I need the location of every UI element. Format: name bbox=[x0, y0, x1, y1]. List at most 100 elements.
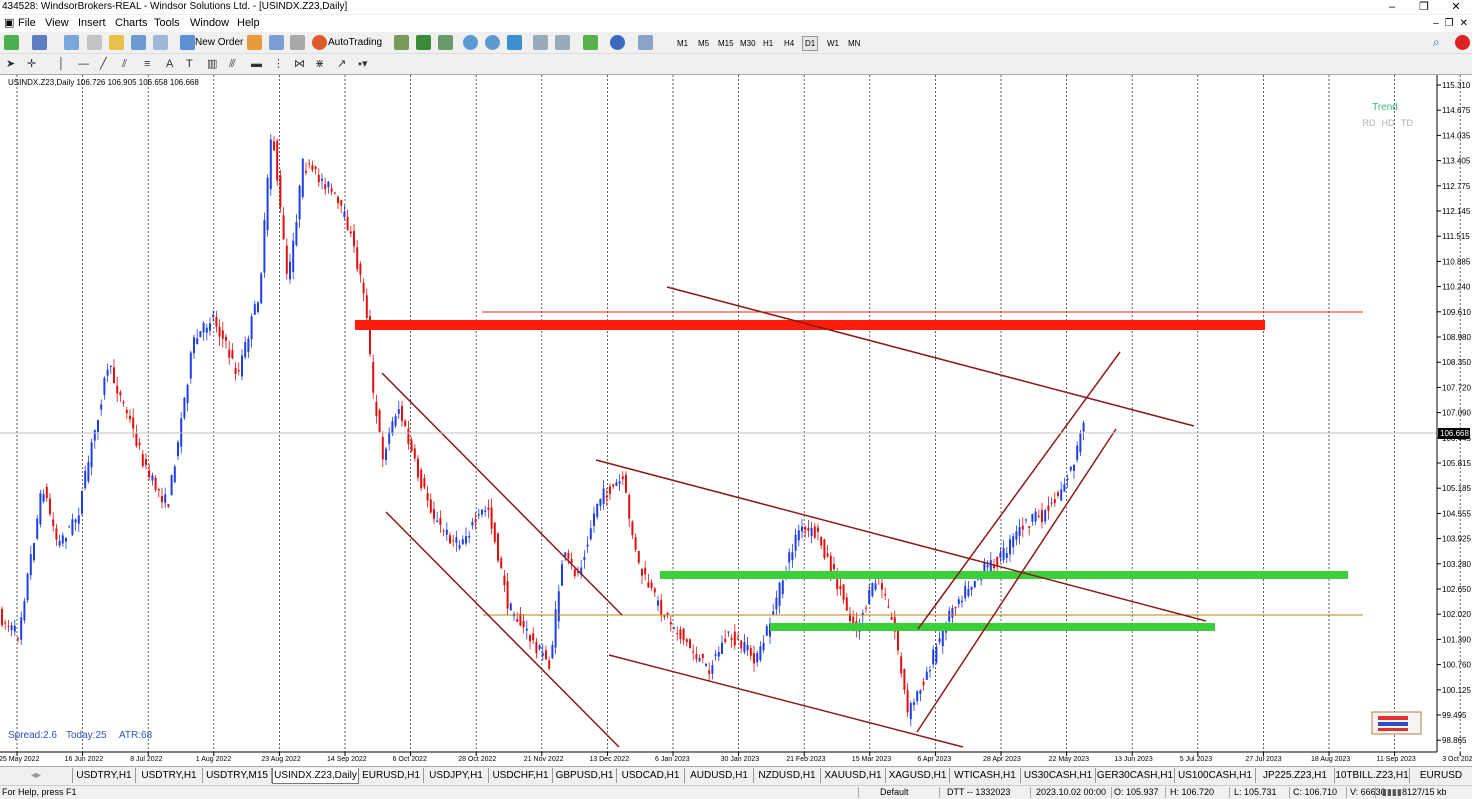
bar-chart-icon[interactable] bbox=[394, 35, 409, 50]
timeframe-w1[interactable]: W1 bbox=[824, 36, 842, 51]
templates-icon[interactable] bbox=[638, 35, 653, 50]
trendline-icon[interactable]: ╱ bbox=[100, 57, 107, 71]
menu-view[interactable]: View bbox=[45, 16, 69, 31]
shapes-dropdown-icon[interactable]: ⬩▾ bbox=[358, 57, 367, 71]
candle-body bbox=[397, 409, 400, 414]
market-watch-icon[interactable] bbox=[64, 35, 79, 50]
candle-body bbox=[989, 560, 992, 572]
periods-icon[interactable] bbox=[610, 35, 625, 50]
trend-hd-label[interactable]: HD bbox=[1382, 118, 1395, 128]
gann-icon[interactable]: ⋈ bbox=[294, 57, 305, 71]
candle-body bbox=[743, 642, 746, 653]
cycle-lines-icon[interactable]: ⋮ bbox=[273, 57, 284, 71]
mdi-minimize-button[interactable]: – bbox=[1433, 15, 1439, 32]
menu-charts[interactable]: Charts bbox=[115, 16, 147, 31]
line-chart-icon[interactable] bbox=[438, 35, 453, 50]
indicator-panel-icon[interactable] bbox=[1371, 711, 1422, 735]
tab-us100cash-h1[interactable]: US100CASH,H1 bbox=[1175, 768, 1256, 783]
terminal-icon[interactable] bbox=[131, 35, 146, 50]
metaeditor-icon[interactable] bbox=[247, 35, 262, 50]
vertical-line-icon[interactable]: │ bbox=[58, 57, 65, 71]
tab-us30cash-h1[interactable]: US30CASH,H1 bbox=[1021, 768, 1096, 783]
text-icon[interactable]: A bbox=[166, 57, 173, 71]
mdi-restore-button[interactable]: ❐ bbox=[1445, 15, 1454, 32]
tab-eurusd-h1[interactable]: EURUSD,H1 bbox=[359, 768, 424, 783]
zoom-out-icon[interactable] bbox=[485, 35, 500, 50]
new-order-icon[interactable] bbox=[180, 35, 195, 50]
options-icon[interactable] bbox=[290, 35, 305, 50]
menu-help[interactable]: Help bbox=[237, 16, 260, 31]
menu-tools[interactable]: Tools bbox=[154, 16, 180, 31]
restore-button[interactable]: ❐ bbox=[1408, 0, 1440, 14]
tester-icon[interactable] bbox=[153, 35, 168, 50]
timeframe-m30[interactable]: M30 bbox=[737, 36, 759, 51]
tab-jp225-h1[interactable]: JP225.Z23,H1 bbox=[1256, 768, 1335, 783]
menu-file[interactable]: File bbox=[18, 16, 36, 31]
candlestick-icon[interactable] bbox=[416, 35, 431, 50]
tab-eurusd-partial[interactable]: EURUSD bbox=[1410, 768, 1472, 783]
zoom-in-icon[interactable] bbox=[463, 35, 478, 50]
equidistant-channel-icon[interactable]: ⫽ bbox=[122, 57, 127, 71]
menu-window[interactable]: Window bbox=[190, 16, 229, 31]
profiles-icon[interactable] bbox=[32, 35, 47, 50]
timeframe-m5[interactable]: M5 bbox=[695, 36, 712, 51]
data-window-icon[interactable] bbox=[87, 35, 102, 50]
tab-wticash-h1[interactable]: WTICASH,H1 bbox=[950, 768, 1021, 783]
tab-usdchf-h1[interactable]: USDCHF,H1 bbox=[489, 768, 553, 783]
tab-usdcad-h1[interactable]: USDCAD,H1 bbox=[617, 768, 685, 783]
autotrading-button[interactable]: AutoTrading bbox=[328, 35, 382, 50]
arrow-icon[interactable]: ↗ bbox=[337, 57, 346, 71]
price-chart[interactable]: USINDX.Z23,Daily 106.726 106.905 106.658… bbox=[0, 75, 1472, 766]
label-icon[interactable]: T bbox=[186, 57, 193, 71]
candle-body bbox=[529, 635, 531, 642]
mdi-close-button[interactable]: ✕ bbox=[1460, 15, 1468, 32]
timeframe-h1[interactable]: H1 bbox=[760, 36, 776, 51]
timeframe-m1[interactable]: M1 bbox=[674, 36, 691, 51]
horizontal-line-icon[interactable]: — bbox=[78, 57, 89, 71]
pitchfork-icon[interactable]: ⫻ bbox=[229, 57, 236, 71]
rectangle-icon[interactable]: ▬ bbox=[251, 57, 262, 71]
signals-icon[interactable] bbox=[269, 35, 284, 50]
trend-rd-label[interactable]: RD bbox=[1363, 118, 1376, 128]
notifications-icon[interactable] bbox=[1455, 35, 1470, 50]
autotrading-icon[interactable] bbox=[312, 35, 327, 50]
tab-usindx-daily[interactable]: USINDX.Z23,Daily bbox=[272, 768, 359, 784]
tab-usdtry-h1-a[interactable]: USDTRY,H1 bbox=[73, 768, 136, 783]
menu-insert[interactable]: Insert bbox=[78, 16, 106, 31]
tab-gbpusd-h1[interactable]: GBPUSD,H1 bbox=[553, 768, 617, 783]
tile-windows-icon[interactable] bbox=[507, 35, 522, 50]
new-chart-icon[interactable] bbox=[4, 35, 19, 50]
candle-body bbox=[465, 536, 467, 544]
tab-audusd-h1[interactable]: AUDUSD,H1 bbox=[685, 768, 754, 783]
indicators-icon[interactable] bbox=[583, 35, 598, 50]
tab-usdtry-h1-b[interactable]: USDTRY,H1 bbox=[136, 768, 203, 783]
timeframe-mn[interactable]: MN bbox=[845, 36, 863, 51]
cursor-icon[interactable]: ➤ bbox=[6, 57, 15, 71]
autoscroll-icon[interactable] bbox=[555, 35, 570, 50]
tab-usdtry-m15[interactable]: USDTRY,M15 bbox=[203, 768, 272, 783]
minimize-button[interactable]: – bbox=[1376, 0, 1408, 14]
new-order-button[interactable]: New Order bbox=[195, 35, 243, 50]
grid-tool-icon[interactable]: ▥ bbox=[207, 57, 217, 71]
chart-shift-icon[interactable] bbox=[533, 35, 548, 50]
fan-icon[interactable]: ⋇ bbox=[315, 57, 324, 71]
timeframe-h4[interactable]: H4 bbox=[781, 36, 797, 51]
tab-hidden-prev[interactable]: ◂▸ bbox=[0, 768, 73, 783]
tab-nzdusd-h1[interactable]: NZDUSD,H1 bbox=[754, 768, 821, 783]
tab-xauusd-h1[interactable]: XAUUSD,H1 bbox=[821, 768, 886, 783]
tab-usdjpy-h1[interactable]: USDJPY,H1 bbox=[424, 768, 489, 783]
candle-body bbox=[55, 528, 58, 540]
tab-10tbill-h1[interactable]: 10TBILL.Z23,H1 bbox=[1335, 768, 1410, 783]
support-zone-lower[interactable] bbox=[770, 623, 1215, 631]
search-icon[interactable]: ⌕ bbox=[1433, 35, 1448, 50]
tab-xagusd-h1[interactable]: XAGUSD,H1 bbox=[886, 768, 950, 783]
close-button[interactable]: ✕ bbox=[1440, 0, 1472, 14]
timeframe-m15[interactable]: M15 bbox=[715, 36, 737, 51]
crosshair-icon[interactable]: ✛ bbox=[27, 57, 36, 71]
trend-td-label[interactable]: TD bbox=[1401, 118, 1413, 128]
timeframe-d1[interactable]: D1 bbox=[802, 36, 819, 51]
navigator-icon[interactable] bbox=[109, 35, 124, 50]
support-zone-upper[interactable] bbox=[660, 571, 1348, 579]
tab-ger30cash-h1[interactable]: GER30CASH,H1 bbox=[1096, 768, 1175, 783]
fibonacci-icon[interactable]: ≡ bbox=[144, 57, 150, 71]
